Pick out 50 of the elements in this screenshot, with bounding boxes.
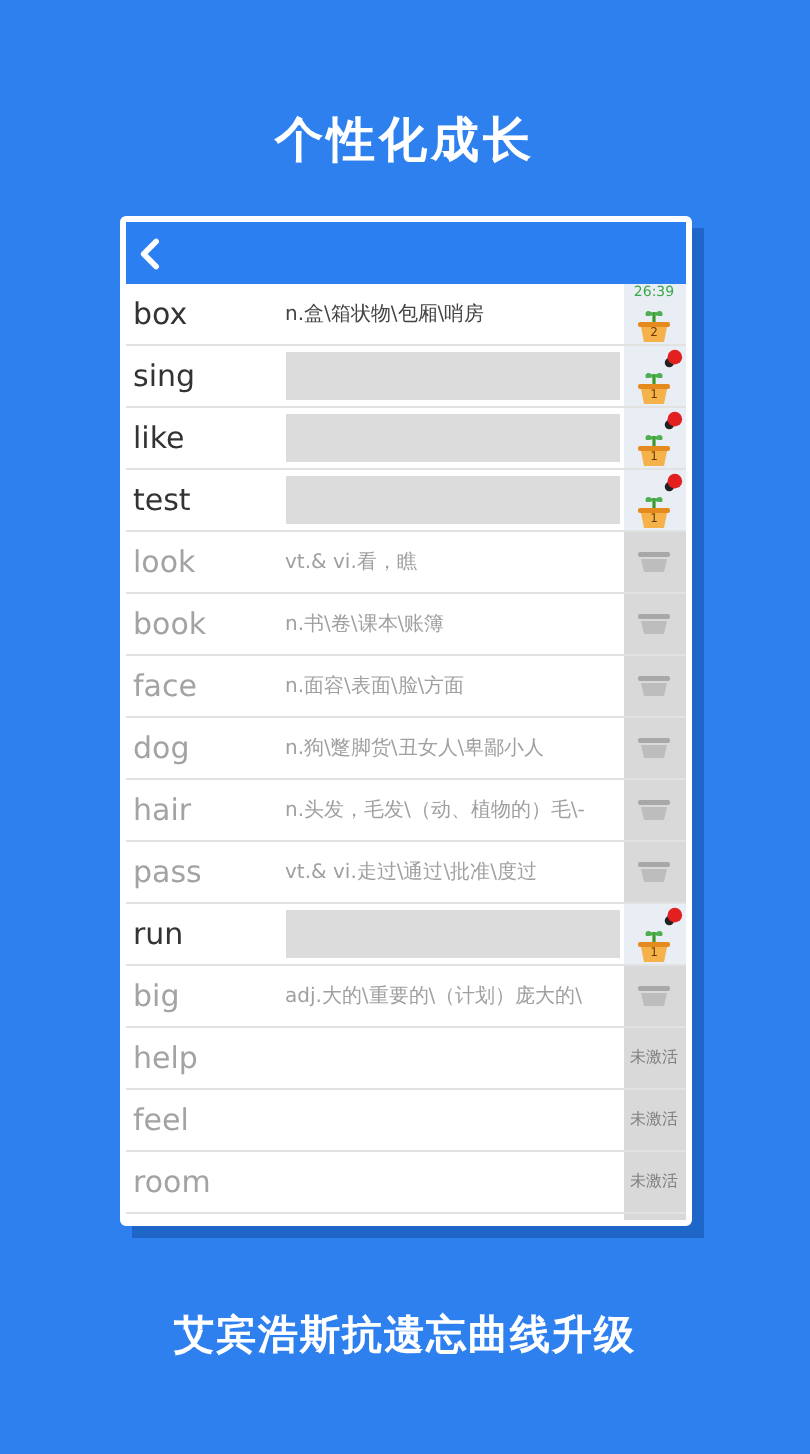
- word-text: look: [131, 541, 198, 584]
- word-text: hair: [131, 789, 194, 832]
- meaning-text: n.狗\蹩脚货\丑女人\卑鄙小人: [285, 735, 545, 763]
- hidden-meaning-block[interactable]: [285, 910, 619, 958]
- word-text: test: [131, 479, 193, 522]
- word-text: pass: [131, 851, 204, 894]
- word-row[interactable]: big adj.大的\重要的\（计划）庞大的\: [125, 966, 685, 1028]
- word-row[interactable]: book n.书\卷\课本\账簿: [125, 594, 685, 656]
- word-text: dog: [131, 727, 192, 770]
- word-text: sing: [131, 355, 198, 398]
- meaning-text: n.面容\表面\脸\方面: [285, 673, 465, 701]
- empty-basket-icon: [638, 986, 670, 1006]
- status-text: 未激活: [630, 1108, 678, 1132]
- word-row[interactable]: feel 未激活: [125, 1090, 685, 1152]
- meaning-text: vt.& vi.走过\通过\批准\度过: [285, 859, 537, 887]
- meaning-text: n.书\卷\课本\账簿: [285, 611, 445, 639]
- word-text: book: [131, 603, 209, 646]
- word-row[interactable]: help 未激活: [125, 1028, 685, 1090]
- word-row[interactable]: pass vt.& vi.走过\通过\批准\度过: [125, 842, 685, 904]
- hidden-meaning-block[interactable]: [285, 414, 619, 462]
- word-row[interactable]: dog n.狗\蹩脚货\丑女人\卑鄙小人: [125, 718, 685, 780]
- empty-basket-icon: [638, 738, 670, 758]
- empty-basket-icon: [638, 800, 670, 820]
- word-text: big: [131, 975, 182, 1018]
- meaning-text: adj.大的\重要的\（计划）庞大的\: [285, 983, 583, 1011]
- status-text: 未激活: [630, 1046, 678, 1070]
- word-text: like: [131, 417, 187, 460]
- word-row[interactable]: look vt.& vi.看，瞧: [125, 532, 685, 594]
- page-heading: 个性化成长: [275, 110, 535, 172]
- empty-basket-icon: [638, 862, 670, 882]
- word-text: face: [131, 665, 199, 708]
- word-text: room: [131, 1161, 213, 1204]
- word-text: feel: [131, 1099, 191, 1142]
- status-text: 未激活: [630, 1170, 678, 1194]
- empty-basket-icon: [638, 552, 670, 572]
- hidden-meaning-block[interactable]: [285, 352, 619, 400]
- word-text: run: [131, 913, 186, 956]
- back-icon[interactable]: [137, 237, 159, 269]
- footer-caption: 艾宾浩斯抗遗忘曲线升级: [174, 1308, 636, 1362]
- empty-basket-icon: [638, 614, 670, 634]
- word-text: box: [131, 293, 190, 336]
- meaning-text: vt.& vi.看，瞧: [285, 549, 417, 577]
- word-row[interactable]: hair n.头发，毛发\（动、植物的）毛\-: [125, 780, 685, 842]
- word-row[interactable]: room 未激活: [125, 1152, 685, 1214]
- word-text: help: [131, 1037, 200, 1080]
- word-row[interactable]: face n.面容\表面\脸\方面: [125, 656, 685, 718]
- meaning-text: n.盒\箱状物\包厢\哨房: [285, 301, 485, 329]
- empty-basket-icon: [638, 676, 670, 696]
- hidden-meaning-block[interactable]: [285, 476, 619, 524]
- meaning-text: n.头发，毛发\（动、植物的）毛\-: [285, 797, 585, 825]
